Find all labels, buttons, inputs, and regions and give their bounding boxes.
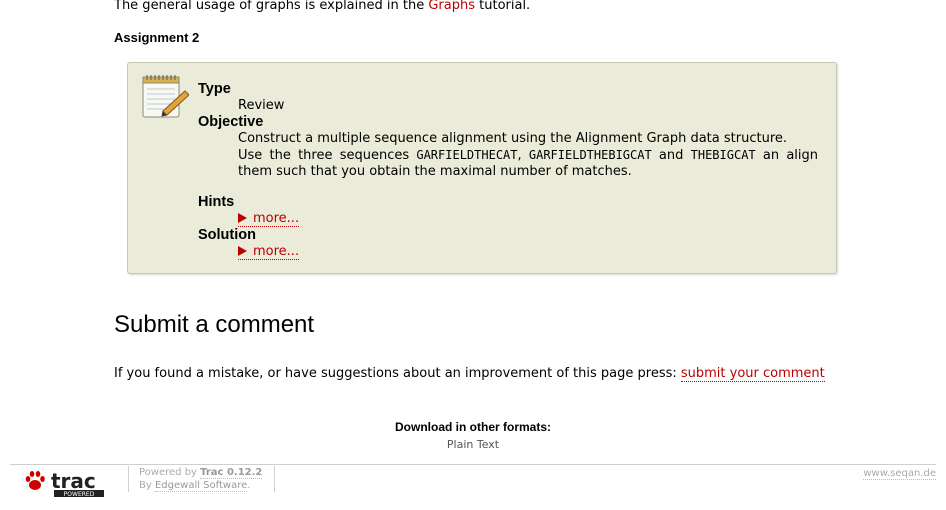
notepad-pencil-icon: [142, 75, 189, 118]
solution-more-link[interactable]: more...: [238, 244, 300, 260]
objective-line1: Construct a multiple sequence alignment …: [238, 131, 788, 146]
objective-text: Construct a multiple sequence alignment …: [238, 131, 818, 180]
trac-paw-logo[interactable]: trac POWERED: [24, 468, 108, 498]
separator-1: ,: [517, 148, 529, 163]
disclosure-triangle-icon: [238, 246, 247, 256]
intro-after: tutorial.: [475, 0, 531, 13]
disclosure-triangle-icon: [238, 213, 247, 223]
submit-comment-heading: Submit a comment: [114, 311, 315, 338]
plain-text-link[interactable]: Plain Text: [0, 438, 946, 451]
powered-by-label: Powered by: [139, 467, 201, 478]
powered-by: Powered by Trac 0.12.2 By Edgewall Softw…: [128, 466, 263, 492]
site-link[interactable]: www.seqan.de: [863, 468, 936, 480]
assignment-heading: Assignment 2: [114, 30, 200, 45]
intro-text: The general usage of graphs is explained…: [114, 0, 530, 15]
download-label: Download in other formats:: [395, 420, 551, 434]
intro-before: The general usage of graphs is explained…: [114, 0, 429, 13]
download-formats: Download in other formats: Plain Text: [0, 420, 946, 451]
separator-2: and: [651, 148, 691, 163]
edgewall-link[interactable]: Edgewall Software: [154, 480, 248, 492]
submit-comment-text: If you found a mistake, or have suggesti…: [114, 366, 825, 382]
footer-separator: [274, 466, 275, 492]
objective-line2: Use the three sequences GARFIELDTHECAT, …: [238, 147, 818, 180]
submit-comment-link[interactable]: submit your comment: [680, 366, 825, 382]
hints-toggle[interactable]: more...: [238, 211, 818, 227]
hints-more-link[interactable]: more...: [238, 211, 300, 227]
hints-term: Hints: [198, 194, 235, 210]
type-term: Type: [198, 81, 231, 97]
period: .: [247, 480, 251, 491]
type-value: Review: [238, 98, 285, 113]
trac-version-link[interactable]: Trac 0.12.2: [200, 467, 263, 479]
assignment-box: Type Review Objective Construct a multip…: [127, 62, 837, 274]
footer-divider: [10, 464, 936, 465]
solution-term: Solution: [198, 227, 256, 243]
by-label: By: [139, 480, 155, 491]
sequence-2: GARFIELDTHEBIGCAT: [528, 148, 652, 162]
objective-part1: Use the three sequences: [238, 148, 417, 163]
hints-more-label: more...: [253, 211, 300, 226]
graphs-link[interactable]: Graphs: [428, 0, 475, 13]
sequence-1: GARFIELDTHECAT: [416, 148, 518, 162]
sequence-3: THEBIGCAT: [690, 148, 756, 162]
submit-comment-prompt: If you found a mistake, or have suggesti…: [114, 366, 681, 381]
solution-more-label: more...: [253, 244, 300, 259]
trac-logo-sub: POWERED: [64, 491, 95, 498]
assignment-definitions: Type Review Objective Construct a multip…: [198, 81, 818, 260]
trac-logo-text: trac: [51, 469, 96, 493]
objective-term: Objective: [198, 114, 264, 130]
solution-toggle[interactable]: more...: [238, 244, 818, 260]
